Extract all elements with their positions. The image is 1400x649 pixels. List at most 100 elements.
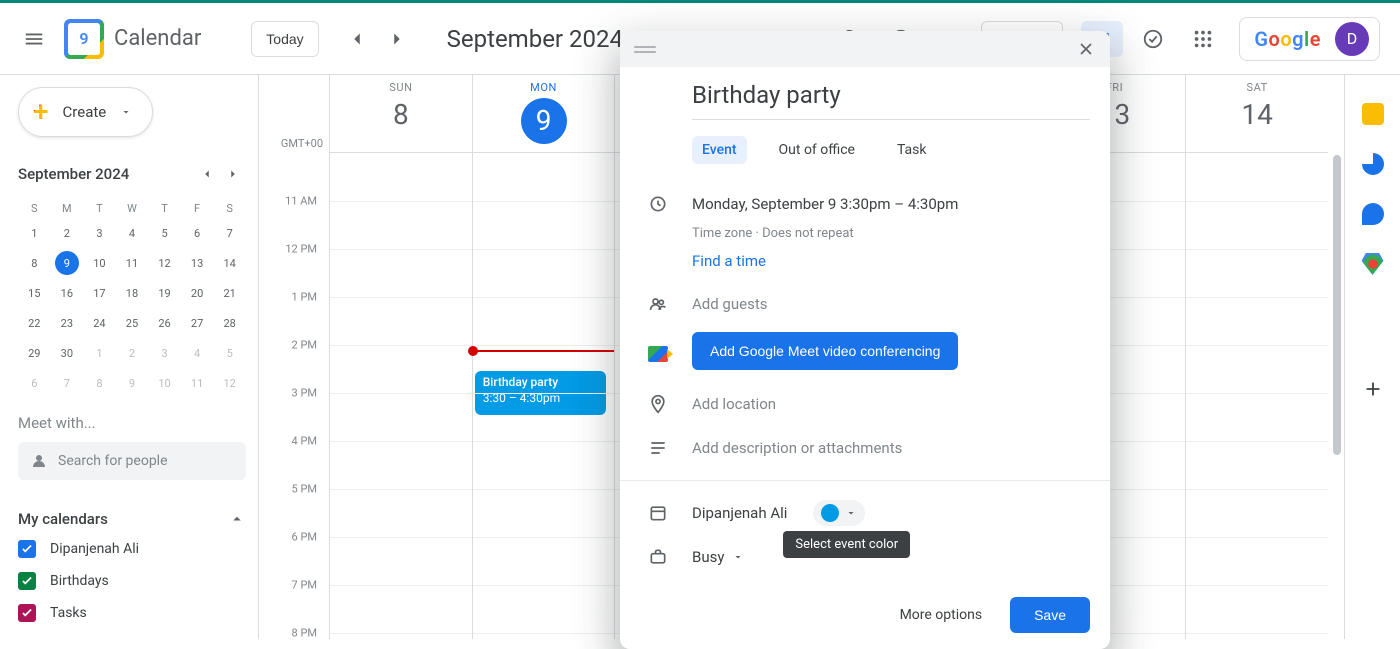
keep-icon[interactable] [1362,103,1384,125]
calendar-checkbox[interactable] [18,572,36,590]
mini-day-cell[interactable]: 2 [51,220,84,246]
date-range-title[interactable]: September 2024 [447,25,623,53]
mini-day-cell[interactable]: 8 [18,250,51,276]
mini-day-cell[interactable]: 18 [116,280,149,306]
add-description-field[interactable]: Add description or attachments [692,439,902,457]
calendar-list-item[interactable]: Dipanjenah Ali [18,540,246,558]
event-create-popover: Birthday party Event Out of office Task Mo… [620,31,1110,649]
maps-icon[interactable] [1362,253,1384,275]
mini-day-cell[interactable]: 29 [18,340,51,366]
day-column[interactable] [1185,153,1328,639]
mini-day-cell[interactable]: 4 [116,220,149,246]
day-header[interactable]: SAT14 [1185,75,1328,152]
popover-drag-handle[interactable] [620,31,1110,67]
calendar-list-item[interactable]: Tasks [18,604,246,622]
create-button[interactable]: + Create [18,87,153,137]
find-a-time-link[interactable]: Find a time [692,252,766,270]
mini-day-cell[interactable]: 21 [213,280,246,306]
tasks-mode-button[interactable] [1133,19,1173,59]
my-calendars-header[interactable]: My calendars [18,510,246,528]
mini-day-cell[interactable]: 5 [213,340,246,366]
mini-day-cell[interactable]: 11 [181,370,214,396]
mini-month-label[interactable]: September 2024 [18,165,129,183]
mini-day-cell[interactable]: 12 [148,250,181,276]
mini-day-cell[interactable]: 1 [83,340,116,366]
tasks-icon[interactable] [1362,153,1384,175]
event-title-input[interactable]: Birthday party [692,81,1090,120]
google-apps-button[interactable] [1183,19,1223,59]
add-guests-field[interactable]: Add guests [692,295,767,313]
hour-label: 12 PM [285,243,317,256]
event-timezone-repeat[interactable]: Time zone · Does not repeat [692,226,1090,241]
contacts-icon[interactable] [1362,203,1384,225]
mini-day-cell[interactable]: 3 [83,220,116,246]
calendar-checkbox[interactable] [18,604,36,622]
close-popover-button[interactable] [1070,33,1102,65]
today-button[interactable]: Today [251,21,318,57]
app-logo[interactable]: Calendar [64,19,201,59]
save-button[interactable]: Save [1010,597,1090,633]
account-switcher[interactable]: Google D [1239,17,1380,61]
day-column[interactable]: Birthday party3:30 – 4:30pm [472,153,615,639]
main-menu-button[interactable] [14,19,54,59]
mini-day-cell[interactable]: 16 [51,280,84,306]
mini-next-button[interactable] [220,161,246,187]
mini-day-cell[interactable]: 26 [148,310,181,336]
mini-day-cell[interactable]: 7 [213,220,246,246]
mini-day-cell[interactable]: 1 [18,220,51,246]
caret-down-icon [120,106,132,118]
calendar-owner-label[interactable]: Dipanjenah Ali [692,504,787,522]
mini-day-cell[interactable]: 10 [148,370,181,396]
mini-day-cell[interactable]: 9 [51,250,84,276]
avatar[interactable]: D [1335,22,1369,56]
mini-day-cell[interactable]: 19 [148,280,181,306]
mini-day-cell[interactable]: 3 [148,340,181,366]
mini-day-cell[interactable]: 20 [181,280,214,306]
mini-day-cell[interactable]: 30 [51,340,84,366]
search-people-input[interactable]: Search for people [18,442,246,480]
mini-day-cell[interactable]: 11 [116,250,149,276]
vertical-scrollbar[interactable] [1328,75,1344,639]
mini-day-cell[interactable]: 27 [181,310,214,336]
calendar-checkbox[interactable] [18,540,36,558]
mini-day-cell[interactable]: 24 [83,310,116,336]
mini-day-cell[interactable]: 7 [51,370,84,396]
calendar-list-item[interactable]: Birthdays [18,572,246,590]
mini-day-cell[interactable]: 13 [181,250,214,276]
event-type-tab[interactable]: Task [887,136,937,164]
event-datetime[interactable]: Monday, September 9 3:30pm – 4:30pm [692,195,958,213]
mini-day-cell[interactable]: 28 [213,310,246,336]
mini-day-cell[interactable]: 5 [148,220,181,246]
mini-day-cell[interactable]: 12 [213,370,246,396]
mini-dow-cell: T [148,201,181,216]
mini-prev-button[interactable] [194,161,220,187]
day-header[interactable]: MON9 [472,75,615,152]
visibility-dropdown[interactable]: Busy [692,548,744,566]
mini-day-cell[interactable]: 9 [116,370,149,396]
event-color-picker[interactable]: Select event color [813,500,865,526]
event-type-tab[interactable]: Out of office [769,136,865,164]
mini-day-cell[interactable]: 23 [51,310,84,336]
add-location-field[interactable]: Add location [692,395,776,413]
more-options-button[interactable]: More options [900,607,983,623]
next-period-button[interactable] [377,19,417,59]
prev-period-button[interactable] [337,19,377,59]
mini-calendar: September 2024 SMTWTFS 12345678910111213… [18,161,246,400]
mini-day-cell[interactable]: 6 [181,220,214,246]
add-google-meet-button[interactable]: Add Google Meet video conferencing [692,332,958,370]
mini-day-cell[interactable]: 8 [83,370,116,396]
mini-day-cell[interactable]: 17 [83,280,116,306]
mini-day-cell[interactable]: 6 [18,370,51,396]
mini-day-cell[interactable]: 4 [181,340,214,366]
event-type-tab[interactable]: Event [692,136,747,164]
mini-day-cell[interactable]: 15 [18,280,51,306]
mini-day-cell[interactable]: 25 [116,310,149,336]
mini-day-cell[interactable]: 2 [116,340,149,366]
mini-day-cell[interactable]: 22 [18,310,51,336]
day-column[interactable] [329,153,472,639]
day-header[interactable]: SUN8 [329,75,472,152]
mini-day-cell[interactable]: 10 [83,250,116,276]
get-addons-button[interactable] [1353,369,1393,409]
calendar-logo-icon [64,19,104,59]
mini-day-cell[interactable]: 14 [213,250,246,276]
